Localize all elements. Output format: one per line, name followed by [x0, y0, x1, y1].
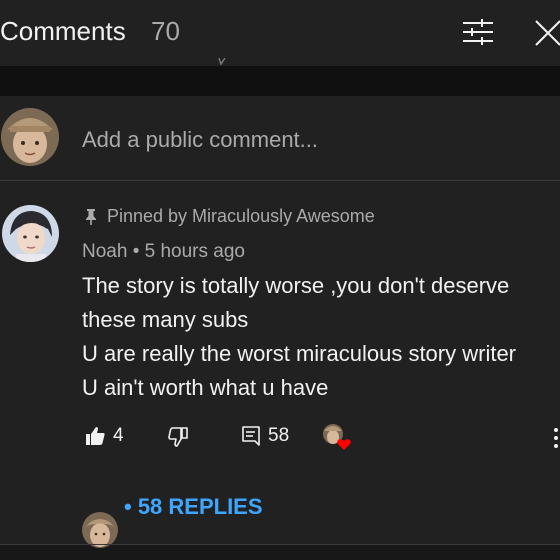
comment-body: The story is totally worse ,you don't de…	[82, 269, 552, 405]
dislike-button[interactable]	[168, 427, 188, 447]
reply-count: 58	[268, 425, 290, 446]
more-menu-button[interactable]	[552, 427, 560, 449]
comment-line: U ain't worth what u have	[82, 375, 329, 400]
comment-author[interactable]: Noah	[82, 241, 127, 262]
creator-heart[interactable]	[322, 423, 352, 453]
thumbs-down-icon	[168, 427, 188, 447]
view-replies-button[interactable]: • 58 REPLIES	[0, 486, 300, 548]
creator-avatar	[82, 512, 118, 548]
comment-line: U are really the worst miraculous story …	[82, 341, 517, 366]
like-count: 4	[113, 425, 124, 446]
comments-count: 70	[151, 16, 180, 46]
comment-line: these many subs	[82, 307, 249, 332]
replies-label[interactable]: • 58 REPLIES	[124, 494, 263, 520]
comment-input[interactable]: Add a public comment...	[82, 127, 318, 153]
reply-button[interactable]: 58	[242, 425, 289, 447]
comments-title: Comments	[0, 16, 126, 46]
user-avatar	[1, 108, 59, 166]
partial-glyph-icon	[218, 58, 226, 66]
commenter-avatar[interactable]	[2, 205, 59, 262]
close-icon[interactable]	[532, 17, 560, 47]
comment-meta: Noah • 5 hours ago	[82, 241, 245, 263]
comment-icon	[242, 426, 260, 446]
comment-actions: 4 58	[0, 423, 560, 453]
creator-heart-icon	[323, 424, 351, 450]
comment-line: The story is totally worse ,you don't de…	[82, 273, 510, 298]
add-comment-row[interactable]: Add a public comment...	[0, 96, 560, 180]
like-button[interactable]: 4	[85, 425, 124, 447]
pinned-label: Pinned by Miraculously Awesome	[84, 206, 375, 227]
comments-header: Comments 70	[0, 0, 560, 66]
sliders-icon[interactable]	[462, 18, 494, 46]
pinned-text: Pinned by Miraculously Awesome	[107, 206, 375, 226]
comments-panel: Comments 70 Add a public comment... Pinn…	[0, 0, 560, 560]
scroll-strip	[0, 58, 560, 96]
meta-separator: •	[132, 241, 140, 262]
pinned-comment: Pinned by Miraculously Awesome Noah • 5 …	[0, 181, 560, 548]
pin-icon	[86, 208, 96, 225]
thumbs-up-icon	[86, 427, 105, 445]
comment-time: 5 hours ago	[144, 241, 245, 262]
more-vert-icon	[554, 428, 558, 448]
divider	[0, 544, 560, 545]
